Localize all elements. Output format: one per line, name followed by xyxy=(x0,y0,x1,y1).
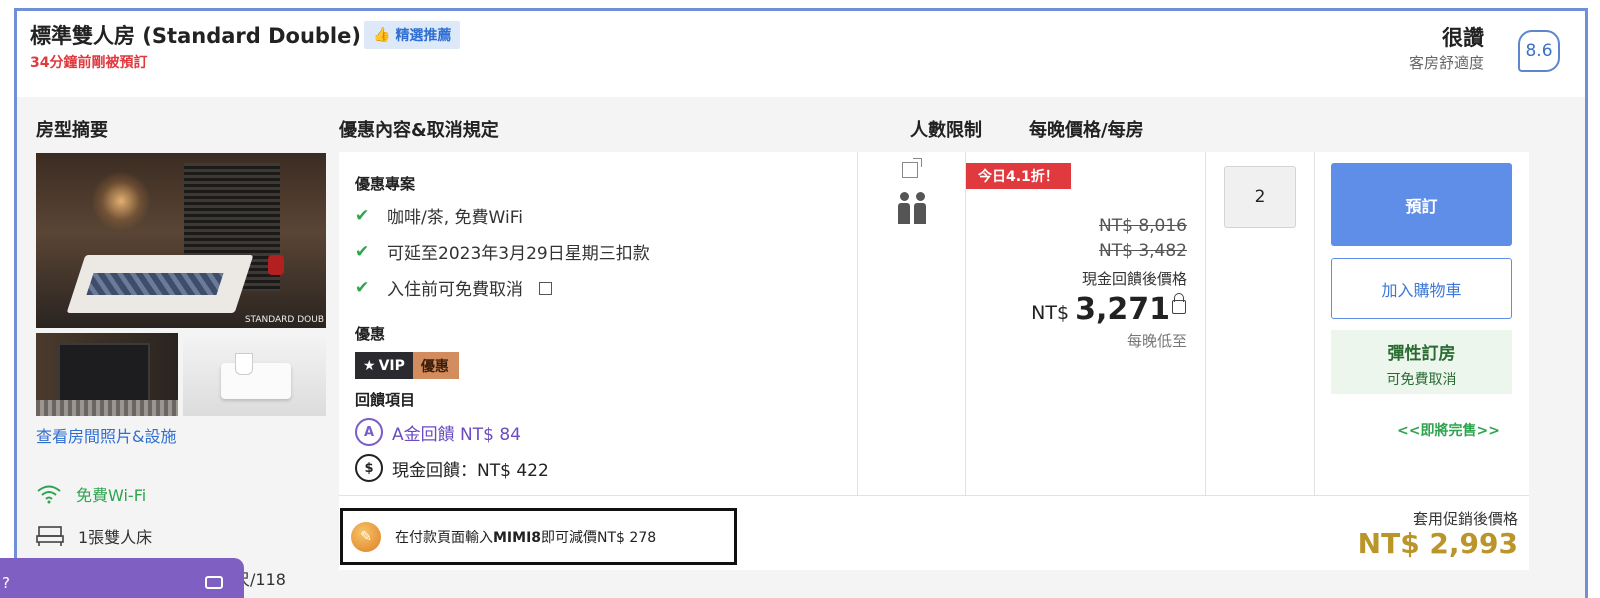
offer-item: ✔ 咖啡/茶, 免費WiFi xyxy=(355,205,523,229)
cash-coin-icon: $ xyxy=(355,454,383,482)
add-to-cart-button[interactable]: 加入購物車 xyxy=(1331,258,1512,319)
recent-booking-note: 34分鐘前剛被預訂 xyxy=(30,55,148,71)
offer-column-header: 優惠內容&取消規定 xyxy=(339,120,499,141)
star-icon: ★ xyxy=(363,357,376,374)
reward-a-coin: A A金回饋 NT$ 84 xyxy=(355,418,521,446)
discount-title: 優惠 xyxy=(355,325,386,343)
flexible-booking-box: 彈性訂房 可免費取消 xyxy=(1331,330,1512,394)
wifi-icon xyxy=(37,485,61,504)
rating-word: 很讚 xyxy=(1442,26,1484,50)
after-cashback-label: 現金回饋後價格 xyxy=(1081,270,1187,288)
promo-code-banner: ✎ 在付款頁面輸入MIMI8即可減價NT$ 278 xyxy=(340,508,737,565)
room-photo-fridge[interactable] xyxy=(36,333,178,416)
amenity-wifi: 免費Wi-Fi xyxy=(36,482,146,506)
check-icon: ✔ xyxy=(355,241,370,262)
per-night-note: 每晚低至 xyxy=(1126,332,1187,350)
amenity-bed: 1張雙人床 xyxy=(36,524,152,548)
room-quantity-select[interactable]: 2 xyxy=(1224,166,1296,228)
flexible-booking-subtitle: 可免費取消 xyxy=(1386,372,1457,388)
rewards-title: 回饋項目 xyxy=(355,391,416,409)
package-title: 優惠專案 xyxy=(355,175,416,193)
vip-badge: ★ VIP 優惠 xyxy=(355,352,459,379)
selling-out-note: <<即將完售>> xyxy=(1397,423,1500,439)
rating-subtitle: 客房舒適度 xyxy=(1408,54,1484,72)
view-photos-link[interactable]: 查看房間照片&設施 xyxy=(36,423,176,447)
room-photo-amenities[interactable] xyxy=(183,333,326,416)
lock-icon[interactable] xyxy=(1172,293,1186,314)
flexible-booking-title: 彈性訂房 xyxy=(1387,344,1456,364)
recommended-badge-label: 精選推薦 xyxy=(395,28,452,44)
bed-icon xyxy=(36,526,64,546)
nightly-price: NT$ 3,271 xyxy=(1031,292,1170,327)
occupancy-column-header: 人數限制 xyxy=(910,120,982,141)
person-icon xyxy=(914,192,926,224)
promo-price: NT$ 2,993 xyxy=(1357,527,1518,560)
chat-popup-text: ? xyxy=(2,574,10,592)
person-icon xyxy=(898,192,910,224)
a-coin-icon: A xyxy=(355,418,383,446)
rating-score: 8.6 xyxy=(1518,30,1560,72)
original-price: NT$ 3,482 xyxy=(1099,241,1187,261)
amenity-wifi-label: 免費Wi-Fi xyxy=(76,486,147,505)
promo-price-label: 套用促銷後價格 xyxy=(1412,510,1518,528)
check-icon: ✔ xyxy=(355,205,370,226)
external-link-icon[interactable] xyxy=(902,158,922,178)
thumbs-up-icon: 👍 xyxy=(373,27,391,43)
external-link-icon[interactable] xyxy=(539,282,552,295)
book-button[interactable]: 預訂 xyxy=(1331,163,1512,246)
recommended-badge: 👍 精選推薦 xyxy=(364,21,461,49)
amenity-bed-label: 1張雙人床 xyxy=(78,528,153,547)
offer-item: ✔ 可延至2023年3月29日星期三扣款 xyxy=(355,241,650,265)
room-photo-main[interactable]: STANDARD DOUB xyxy=(36,153,326,328)
room-title: 標準雙人房 (Standard Double) xyxy=(30,24,361,48)
discount-tag: 今日4.1折！ xyxy=(966,163,1071,189)
price-amount: 3,271 xyxy=(1075,292,1170,327)
promo-code: MIMI8 xyxy=(493,529,542,546)
promo-coupon-icon: ✎ xyxy=(351,521,381,552)
price-currency: NT$ xyxy=(1031,302,1070,324)
chat-popup[interactable]: ? xyxy=(0,558,244,598)
price-column-header: 每晚價格/每房 xyxy=(1029,120,1144,141)
summary-column-header: 房型摘要 xyxy=(36,120,108,141)
chat-icon[interactable] xyxy=(205,576,223,589)
offer-item-cancellation[interactable]: ✔ 入住前可免費取消 xyxy=(355,275,552,300)
check-icon: ✔ xyxy=(355,277,370,298)
reward-cash: $ 現金回饋：NT$ 422 xyxy=(355,454,549,482)
room-photo-label: STANDARD DOUB xyxy=(244,315,324,325)
original-price: NT$ 8,016 xyxy=(1099,216,1187,236)
